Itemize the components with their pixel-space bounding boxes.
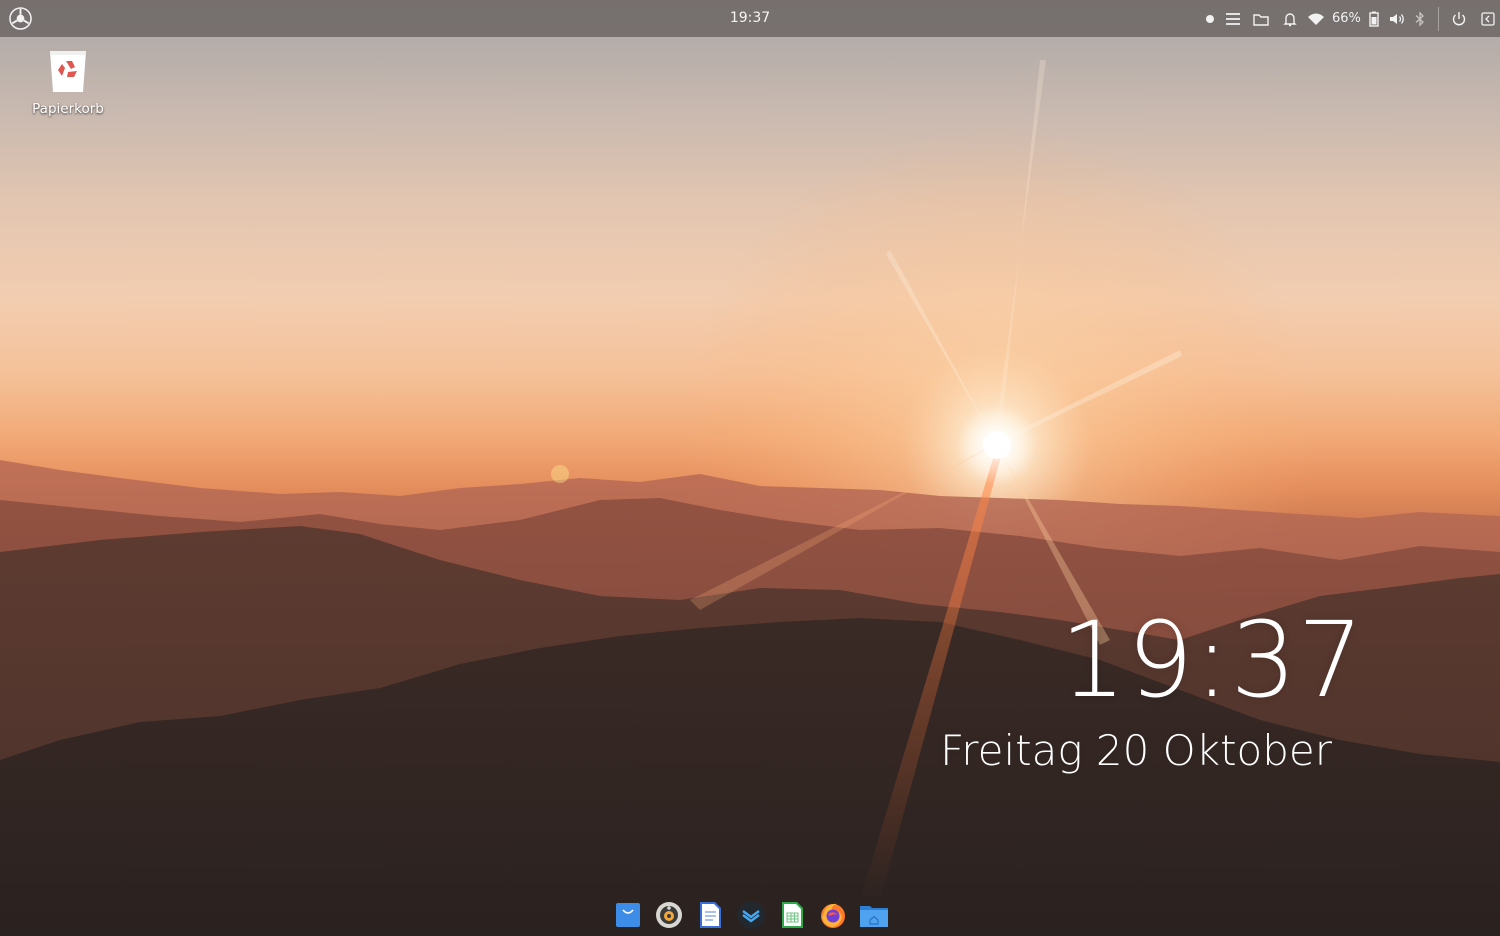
- folder-icon[interactable]: [1251, 9, 1271, 29]
- sidebar-toggle-icon[interactable]: [1478, 9, 1498, 29]
- bluetooth-icon[interactable]: [1410, 9, 1430, 29]
- clock-widget-time: 19:37: [1060, 599, 1365, 721]
- spreadsheet-icon[interactable]: [777, 900, 807, 930]
- mail-icon[interactable]: [736, 900, 766, 930]
- firefox-icon[interactable]: [818, 900, 848, 930]
- distro-logo-icon[interactable]: [9, 7, 32, 30]
- trash-recycle-icon: [47, 48, 89, 98]
- trash-desktop-icon[interactable]: Papierkorb: [20, 46, 116, 126]
- wifi-icon[interactable]: [1306, 9, 1326, 29]
- text-document-icon[interactable]: [695, 900, 725, 930]
- desktop: 19:37 66% Papierkorb 19:37 Freitag 20 Ok…: [0, 0, 1500, 936]
- dock: [606, 896, 896, 934]
- top-panel: 19:37 66%: [0, 0, 1500, 37]
- tray-divider: [1438, 7, 1439, 31]
- record-dot-icon[interactable]: [1202, 9, 1222, 29]
- bell-icon[interactable]: [1280, 9, 1300, 29]
- trash-label: Papierkorb: [32, 101, 104, 117]
- store-bag-icon[interactable]: [613, 900, 643, 930]
- wallpaper-image: [0, 0, 1500, 936]
- volume-icon[interactable]: [1387, 9, 1407, 29]
- media-player-icon[interactable]: [654, 900, 684, 930]
- home-folder-icon[interactable]: [859, 900, 889, 930]
- battery-icon[interactable]: [1364, 9, 1384, 29]
- clock-widget-date: Freitag 20 Oktober: [940, 726, 1332, 775]
- menu-icon[interactable]: [1223, 9, 1243, 29]
- power-icon[interactable]: [1449, 9, 1469, 29]
- battery-percent[interactable]: 66%: [1332, 0, 1361, 37]
- panel-clock[interactable]: 19:37: [700, 0, 800, 37]
